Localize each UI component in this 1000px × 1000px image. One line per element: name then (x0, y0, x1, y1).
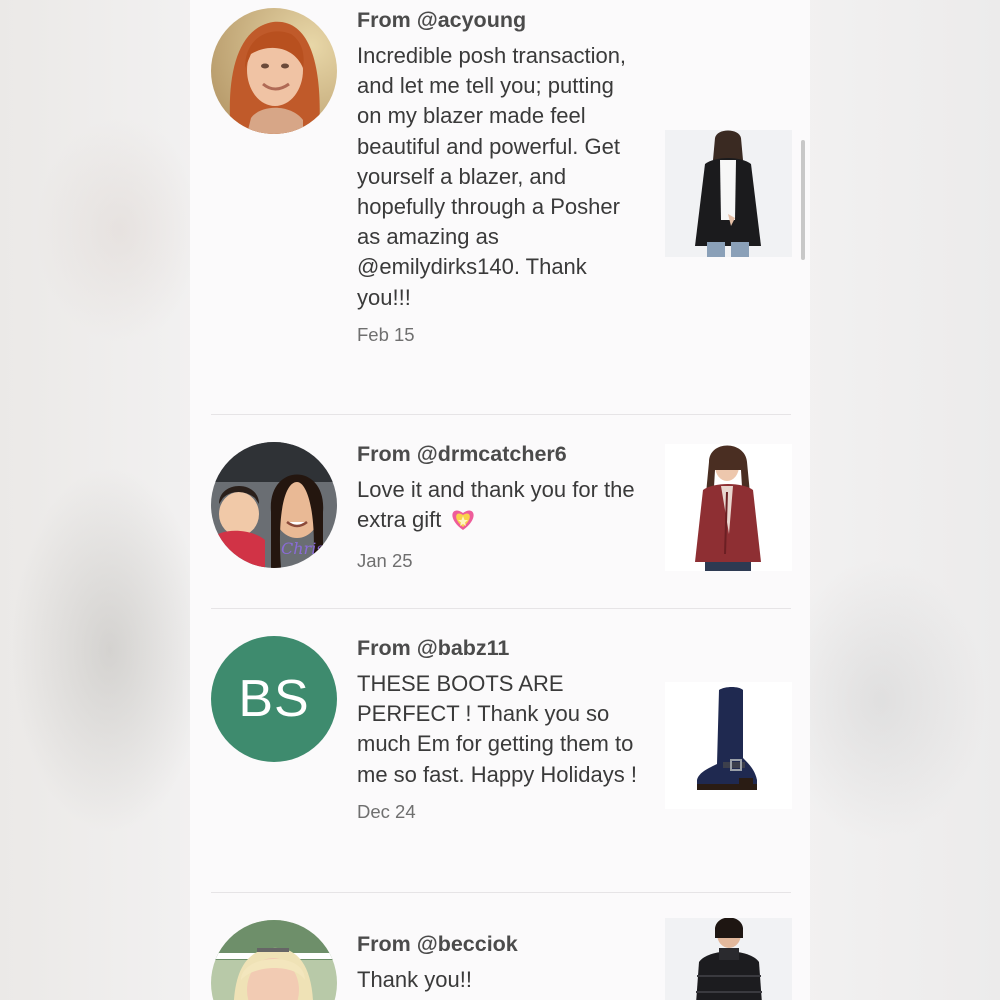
item-thumbnail[interactable] (665, 918, 792, 1000)
review-divider (211, 892, 791, 893)
review-author[interactable]: From @drmcatcher6 (357, 440, 639, 468)
user-avatar[interactable] (211, 920, 337, 1000)
review-text: From @becciok Thank you!! (357, 930, 639, 995)
user-avatar[interactable] (211, 8, 337, 134)
user-avatar-initials[interactable]: BS (211, 636, 337, 762)
review-text: From @drmcatcher6 Love it and thank you … (357, 440, 639, 573)
review-message: Love it and thank you for the extra gift (357, 475, 639, 539)
svg-text:Christmas: Christmas (281, 539, 337, 558)
review-message: THESE BOOTS ARE PERFECT ! Thank you so m… (357, 671, 638, 787)
item-thumbnail[interactable] (665, 444, 792, 571)
user-avatar[interactable]: Christmas (211, 442, 337, 568)
review-date: Dec 24 (357, 800, 416, 822)
scrollbar-thumb[interactable] (801, 140, 805, 260)
review-text: From @acyoung Incredible posh transactio… (357, 6, 639, 347)
review-message-text: Love it and thank you for the extra gift (357, 477, 635, 533)
sparkling-heart-icon (450, 507, 476, 539)
review-author[interactable]: From @becciok (357, 930, 639, 958)
review-message: Incredible posh transaction, and let me … (357, 43, 627, 310)
item-thumbnail[interactable] (665, 682, 792, 809)
review-author[interactable]: From @babz11 (357, 634, 639, 662)
review-message: Thank you!! (357, 967, 472, 992)
review-author[interactable]: From @acyoung (357, 6, 639, 34)
review-text: From @babz11 THESE BOOTS ARE PERFECT ! T… (357, 634, 639, 824)
love-notes-panel[interactable]: From @acyoung Incredible posh transactio… (190, 0, 810, 1000)
review-divider (211, 414, 791, 415)
review-date: Feb 15 (357, 323, 415, 345)
item-thumbnail[interactable] (665, 130, 792, 257)
review-divider (211, 608, 791, 609)
review-date: Jan 25 (357, 550, 413, 572)
